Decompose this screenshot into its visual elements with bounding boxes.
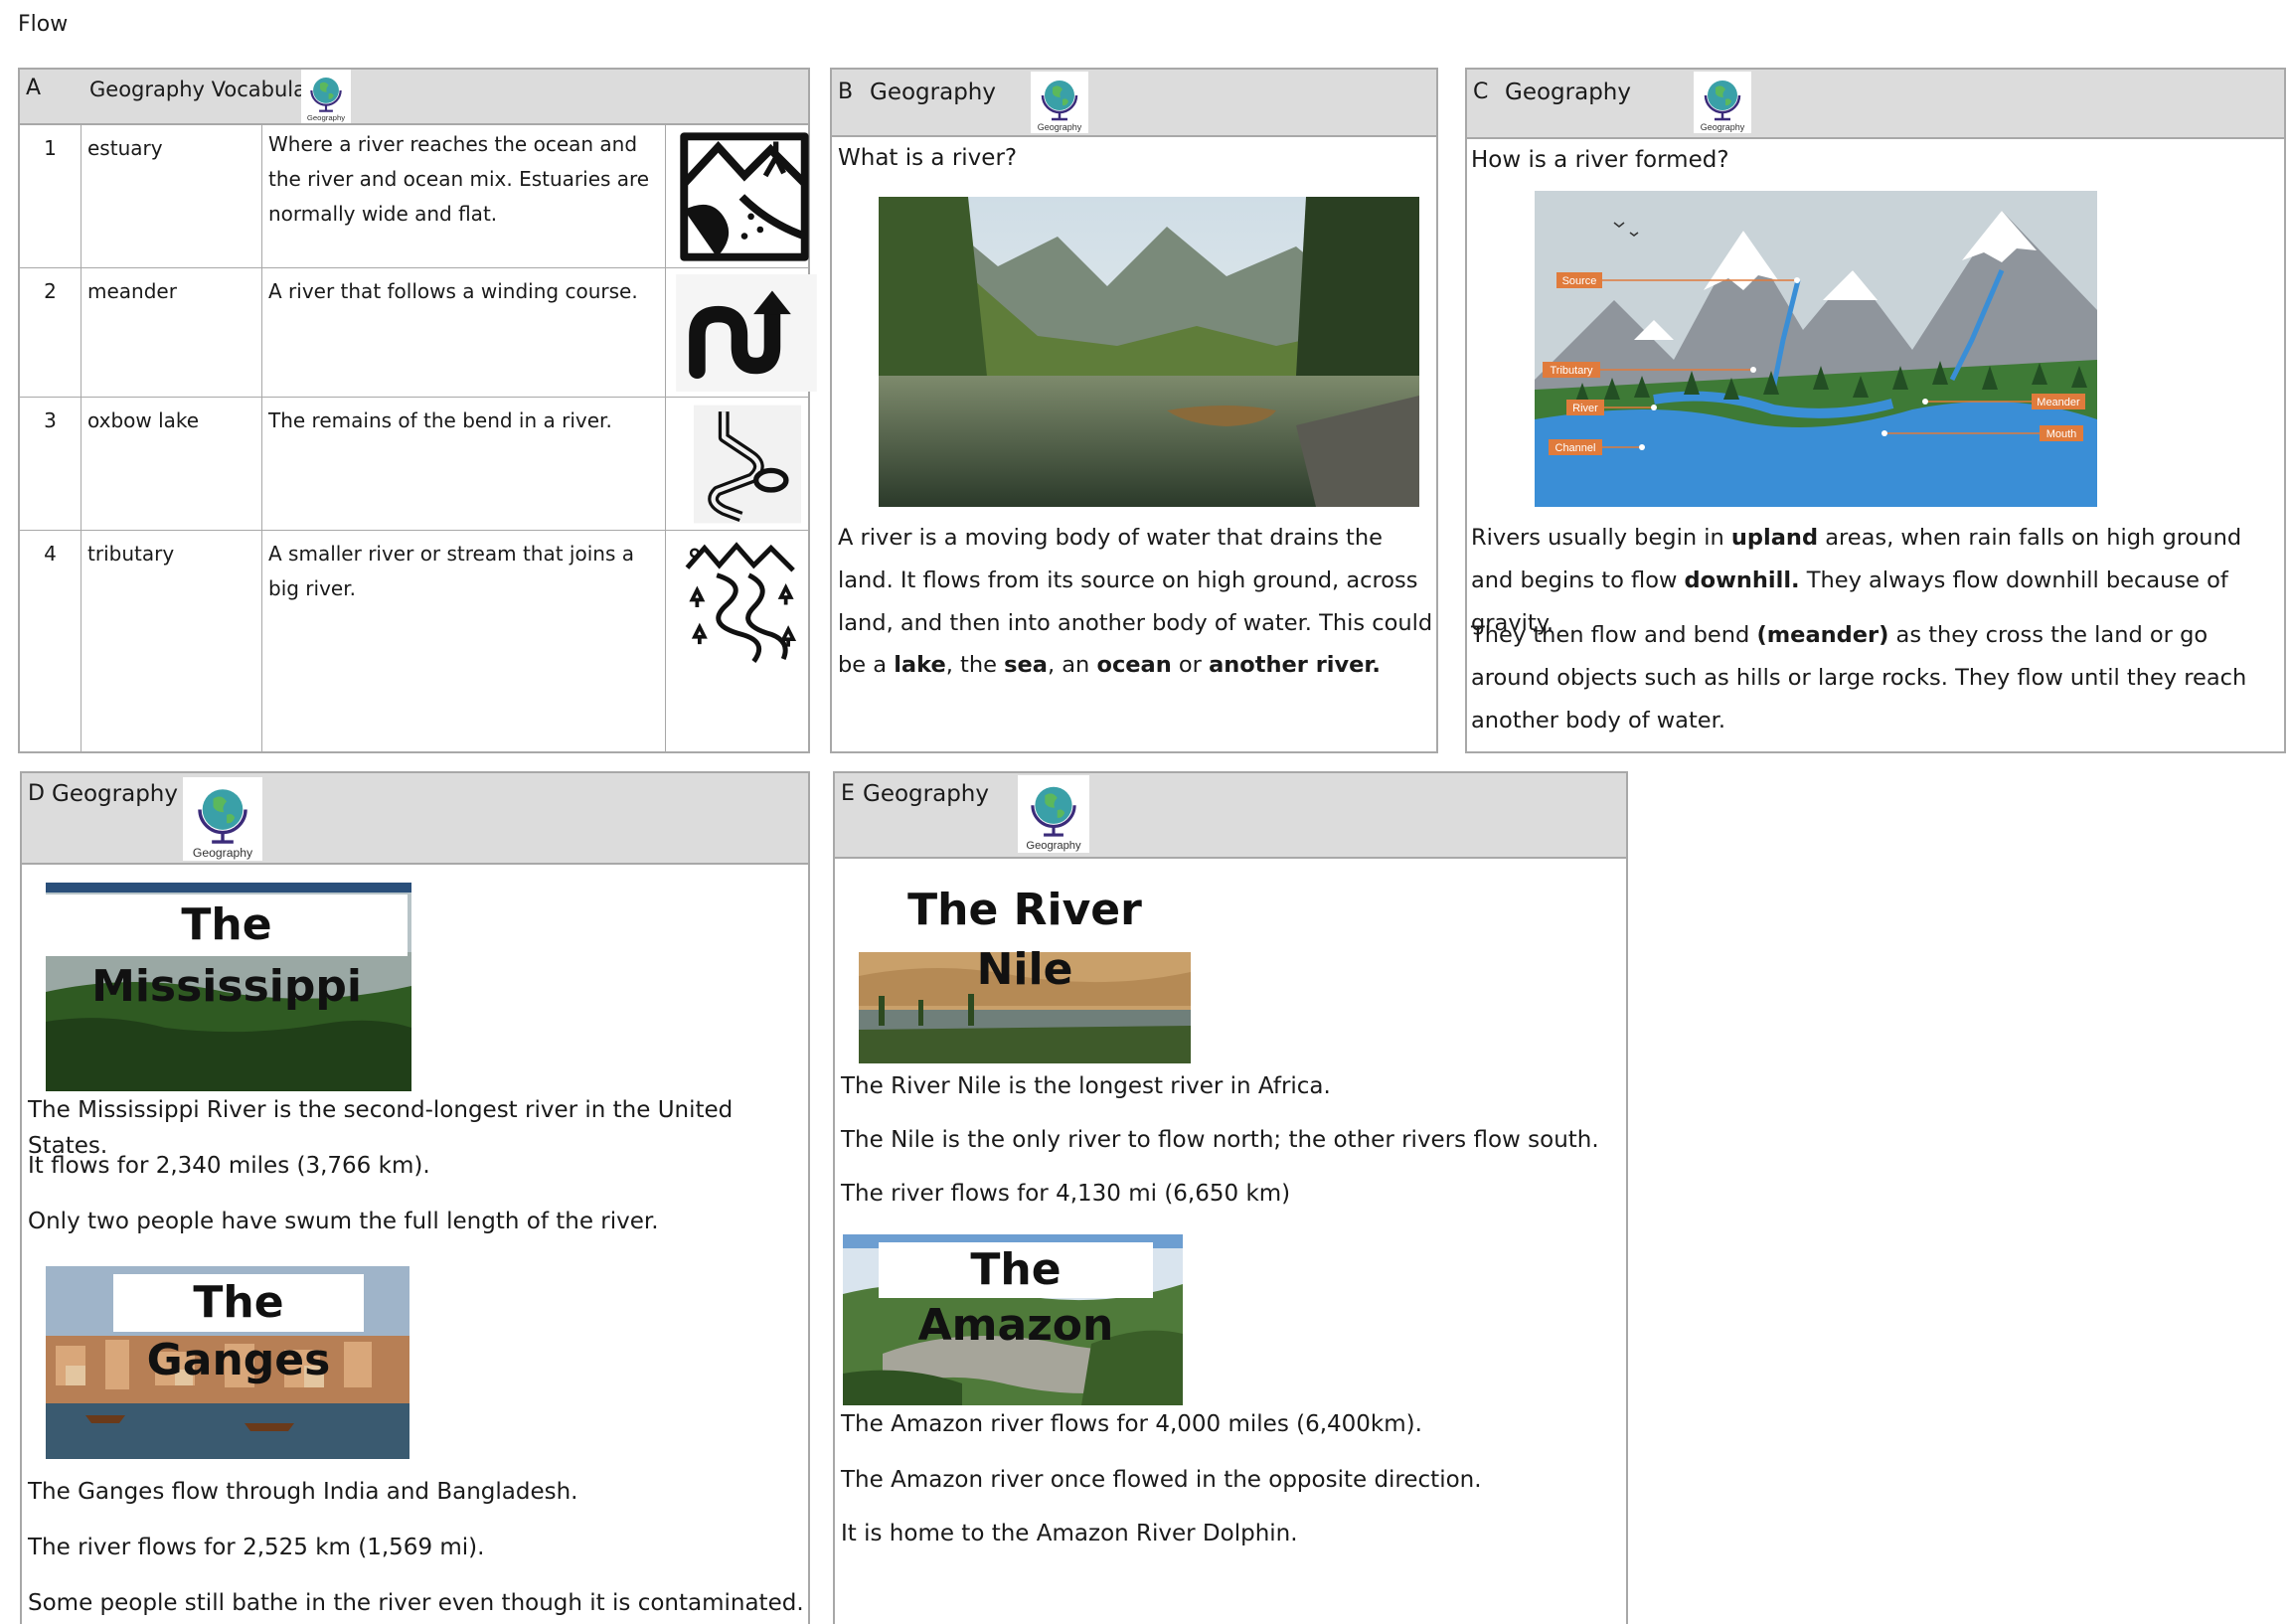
svg-text:River: River (1572, 403, 1598, 414)
river-description: A river is a moving body of water that d… (838, 525, 1433, 679)
panel-title: Geography Vocabulary (89, 78, 328, 101)
panel-letter: D (28, 781, 45, 806)
panel-letter: A (26, 76, 42, 100)
vocab-definition: A smaller river or stream that joins a b… (262, 531, 666, 751)
fact-text: The river flows for 2,525 km (1,569 mi). (28, 1535, 485, 1560)
vocab-term: estuary (82, 125, 262, 268)
ganges-caption: The Ganges (113, 1274, 364, 1385)
svg-text:Meander: Meander (2037, 397, 2080, 408)
panel-d-rivers: D Geography Geography The Mississippi Th… (20, 771, 810, 1624)
panel-a-vocabulary: A Geography Vocabulary Geography 1 estua… (18, 68, 817, 753)
svg-text:Geography: Geography (1701, 122, 1745, 132)
panel-c-river-formation: C Geography Geography How is a river for… (1465, 68, 2286, 753)
vocab-number: 1 (20, 125, 82, 268)
panel-header: D Geography Geography (22, 773, 808, 865)
panel-letter: B (838, 80, 854, 104)
fact-text: The river flows for 4,130 mi (6,650 km) (841, 1181, 1291, 1207)
svg-text:Source: Source (1562, 275, 1597, 287)
geography-globe-icon: Geography (1018, 775, 1089, 853)
geography-globe-icon: Geography (183, 777, 262, 861)
panel-title: Geography (1505, 80, 1631, 105)
fact-text: Only two people have swum the full lengt… (28, 1209, 659, 1234)
svg-text:Mouth: Mouth (2046, 428, 2077, 440)
mississippi-caption: The Mississippi (46, 894, 408, 1012)
panel-header: E Geography Geography (835, 773, 1626, 859)
vocab-number: 3 (20, 398, 82, 531)
question-text: How is a river formed? (1471, 147, 1729, 173)
oxbow-lake-icon (694, 404, 801, 525)
vocab-term: oxbow lake (82, 398, 262, 531)
vocab-number: 4 (20, 531, 82, 751)
geography-globe-icon: Geography (1694, 72, 1751, 133)
formation-paragraph-2: They then flow and bend (meander) as the… (1471, 622, 2247, 733)
fact-text: Some people still bathe in the river eve… (28, 1590, 804, 1616)
fact-text: It flows for 2,340 miles (3,766 km). (28, 1153, 430, 1179)
amazon-caption: The Amazon (879, 1242, 1153, 1351)
svg-text:Geography: Geography (193, 846, 253, 860)
panel-title: Geography (52, 781, 178, 807)
geography-globe-icon: Geography (1031, 72, 1088, 133)
svg-text:Geography: Geography (1038, 122, 1082, 132)
panel-letter: E (841, 781, 855, 806)
svg-text:Tributary: Tributary (1551, 365, 1593, 377)
svg-text:Geography: Geography (307, 113, 345, 122)
panel-title: Geography (870, 80, 996, 105)
fact-text: The Amazon river once flowed in the oppo… (841, 1467, 1482, 1493)
fact-text: It is home to the Amazon River Dolphin. (841, 1521, 1298, 1546)
panel-header: C Geography Geography (1467, 70, 2284, 139)
meander-icon (676, 274, 817, 392)
panel-header: B Geography Geography (832, 70, 1436, 137)
fact-text: The River Nile is the longest river in A… (841, 1073, 1331, 1099)
fact-text: The Nile is the only river to flow north… (841, 1127, 1599, 1153)
panel-title: Geography (863, 781, 989, 807)
page-title: Flow (18, 12, 69, 37)
svg-text:Channel: Channel (1555, 442, 1596, 454)
panel-letter: C (1473, 80, 1489, 104)
fact-text: The Amazon river flows for 4,000 miles (… (841, 1411, 1422, 1437)
river-lake-photo (879, 197, 1419, 507)
panel-header: A Geography Vocabulary Geography (20, 70, 808, 125)
panel-e-rivers: E Geography Geography The River Nile The… (833, 771, 1628, 1624)
geography-globe-icon: Geography (301, 70, 351, 123)
vocab-definition: Where a river reaches the ocean and the … (262, 125, 666, 268)
vocab-term: tributary (82, 531, 262, 751)
vocab-term: meander (82, 268, 262, 398)
tributary-icon (680, 541, 803, 664)
nile-caption: The River Nile (859, 881, 1191, 995)
vocab-definition: A river that follows a winding course. (262, 268, 666, 398)
question-text: What is a river? (838, 145, 1018, 171)
vocab-number: 2 (20, 268, 82, 398)
panel-b-what-is-a-river: B Geography Geography What is a river? A… (830, 68, 1438, 753)
fact-text: The Ganges flow through India and Bangla… (28, 1479, 578, 1505)
vocab-definition: The remains of the bend in a river. (262, 398, 666, 531)
estuary-icon (679, 129, 810, 264)
svg-text:Geography: Geography (1026, 840, 1081, 852)
river-formation-diagram: Source Tributary River Channel Meander M… (1535, 191, 2097, 507)
